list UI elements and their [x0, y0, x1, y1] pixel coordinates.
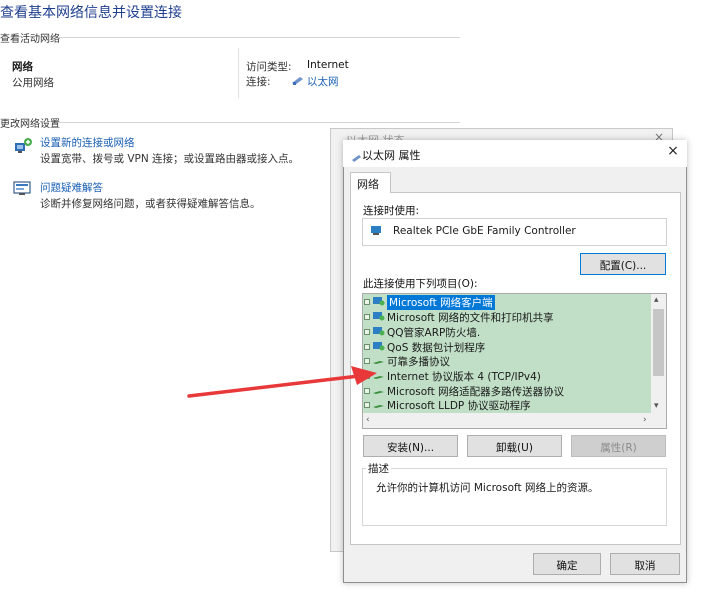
- checkbox[interactable]: [364, 314, 370, 320]
- item-label: Microsoft LLDP 协议驱动程序: [387, 399, 531, 412]
- network-adapter-icon: [370, 225, 382, 238]
- new-connection-icon: [13, 137, 33, 155]
- horizontal-scrollbar[interactable]: [363, 413, 666, 428]
- section-divider: [58, 122, 460, 123]
- properties-close-button[interactable]: ×: [664, 143, 682, 159]
- service-icon: [372, 311, 385, 324]
- item-label: Microsoft 网络的文件和打印机共享: [387, 311, 554, 324]
- configure-button[interactable]: 配置(C)...: [580, 253, 666, 275]
- scroll-up-icon[interactable]: ▴: [654, 295, 659, 305]
- protocol-icon: [372, 399, 385, 412]
- connection-link[interactable]: 以太网: [291, 74, 339, 89]
- ok-button[interactable]: 确定: [533, 553, 601, 575]
- troubleshoot-link[interactable]: 问题疑难解答: [40, 180, 103, 195]
- troubleshoot-icon: [13, 180, 33, 198]
- scroll-left-icon[interactable]: ‹: [366, 415, 370, 425]
- connect-using-label: 连接时使用:: [363, 205, 420, 217]
- service-icon: [372, 326, 385, 339]
- install-button[interactable]: 安装(N)...: [363, 435, 458, 457]
- properties-dialog-title: 以太网 属性: [362, 149, 421, 162]
- section-divider: [58, 37, 460, 38]
- checkbox[interactable]: [364, 344, 370, 350]
- list-item[interactable]: QoS 数据包计划程序: [364, 340, 485, 354]
- item-label: 可靠多播协议: [387, 355, 450, 368]
- setup-connection-description: 设置宽带、拨号或 VPN 连接；或设置路由器或接入点。: [40, 153, 300, 165]
- client-icon: [372, 296, 385, 309]
- access-type-label: 访问类型:: [246, 61, 292, 73]
- active-networks-heading: 查看活动网络: [0, 34, 60, 45]
- adapter-name: Realtek PCIe GbE Family Controller: [393, 225, 576, 237]
- tab-network[interactable]: 网络: [350, 172, 391, 193]
- ethernet-icon: [291, 75, 304, 89]
- list-item[interactable]: QQ管家ARP防火墙.: [364, 325, 480, 339]
- checkbox[interactable]: [364, 329, 370, 335]
- access-type-value: Internet: [307, 59, 349, 71]
- description-text: 允许你的计算机访问 Microsoft 网络上的资源。: [376, 482, 599, 494]
- network-name: 网络: [12, 61, 33, 73]
- checkbox[interactable]: [364, 299, 370, 305]
- connection-label: 连接:: [246, 76, 271, 88]
- list-item[interactable]: Internet 协议版本 4 (TCP/IPv4): [364, 369, 541, 383]
- description-label: 描述: [366, 461, 391, 476]
- item-properties-button[interactable]: 属性(R): [571, 435, 666, 457]
- cancel-button[interactable]: 取消: [610, 553, 680, 575]
- page-title: 查看基本网络信息并设置连接: [0, 5, 182, 21]
- items-label: 此连接使用下列项目(O):: [363, 278, 478, 290]
- list-item[interactable]: Microsoft 网络客户端: [364, 294, 495, 310]
- list-item[interactable]: Microsoft 网络适配器多路传送器协议: [364, 384, 564, 398]
- item-label: QQ管家ARP防火墙.: [387, 326, 481, 339]
- info-separator: [238, 48, 239, 98]
- checkbox[interactable]: [364, 402, 370, 408]
- annotation-arrow: [187, 366, 377, 398]
- list-item[interactable]: Microsoft LLDP 协议驱动程序: [364, 398, 531, 412]
- setup-connection-link[interactable]: 设置新的连接或网络: [40, 135, 135, 150]
- scroll-down-icon[interactable]: ▾: [654, 401, 659, 411]
- connection-value[interactable]: 以太网: [307, 74, 339, 89]
- uninstall-button[interactable]: 卸载(U): [467, 435, 562, 457]
- description-group: [362, 468, 667, 526]
- item-label: Microsoft 网络适配器多路传送器协议: [387, 385, 565, 398]
- dialog-icon: [352, 152, 362, 165]
- item-label: Internet 协议版本 4 (TCP/IPv4): [387, 370, 541, 383]
- network-type[interactable]: 公用网络: [12, 75, 54, 90]
- change-settings-heading: 更改网络设置: [0, 119, 60, 130]
- item-label: QoS 数据包计划程序: [387, 341, 486, 354]
- service-icon: [372, 341, 385, 354]
- vertical-scroll-thumb[interactable]: [653, 309, 664, 376]
- scroll-right-icon[interactable]: ›: [643, 415, 647, 425]
- item-label: Microsoft 网络客户端: [387, 294, 495, 310]
- list-item[interactable]: Microsoft 网络的文件和打印机共享: [364, 310, 554, 324]
- troubleshoot-description: 诊断并修复网络问题，或者获得疑难解答信息。: [40, 198, 261, 210]
